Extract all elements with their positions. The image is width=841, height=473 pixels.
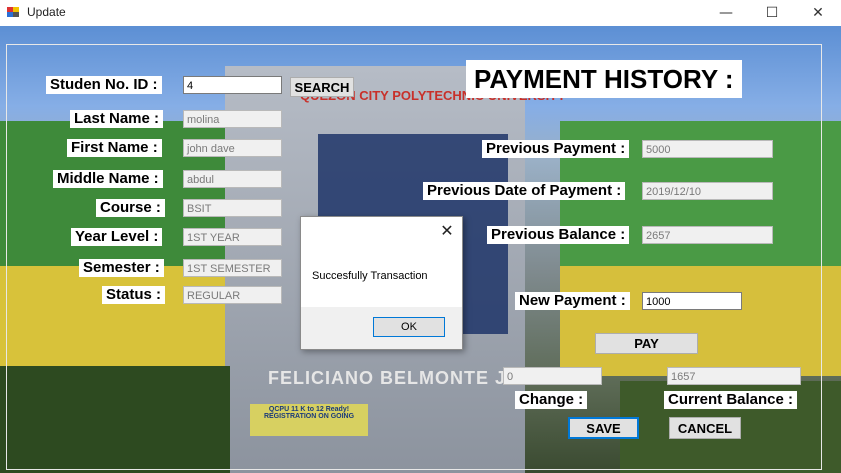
minimize-button[interactable]: — [703, 0, 749, 26]
new-payment-label: New Payment : [515, 292, 630, 310]
previous-date-field[interactable]: 2019/12/10 [642, 182, 773, 200]
previous-date-label: Previous Date of Payment : [423, 182, 626, 200]
maximize-button[interactable]: ☐ [749, 0, 795, 26]
message-dialog: ✕ Succesfully Transaction OK [300, 216, 463, 350]
app-icon [6, 5, 20, 19]
change-field[interactable]: 0 [503, 367, 602, 385]
last-name-field[interactable]: molina [183, 110, 282, 128]
dialog-close-icon[interactable]: ✕ [437, 221, 457, 241]
pay-button[interactable]: PAY [595, 333, 698, 354]
course-field[interactable]: BSIT [183, 199, 282, 217]
previous-balance-field[interactable]: 2657 [642, 226, 773, 244]
dialog-message: Succesfully Transaction [312, 270, 428, 282]
current-balance-label: Current Balance : [664, 391, 798, 409]
title-bar: Update — ☐ ✕ [0, 0, 841, 26]
cancel-button[interactable]: CANCEL [669, 417, 741, 439]
first-name-label: First Name : [67, 139, 162, 157]
last-name-label: Last Name : [70, 110, 164, 128]
student-no-label: Studen No. ID : [46, 76, 162, 94]
first-name-field[interactable]: john dave [183, 139, 282, 157]
semester-field[interactable]: 1ST SEMESTER [183, 259, 282, 277]
student-no-input[interactable]: 4 [183, 76, 282, 94]
previous-payment-label: Previous Payment : [482, 140, 630, 158]
middle-name-label: Middle Name : [53, 170, 163, 188]
window-title: Update [27, 5, 66, 19]
save-button[interactable]: SAVE [568, 417, 639, 439]
year-level-field[interactable]: 1ST YEAR [183, 228, 282, 246]
previous-balance-label: Previous Balance : [487, 226, 630, 244]
dialog-ok-button[interactable]: OK [373, 317, 445, 337]
current-balance-field[interactable]: 1657 [667, 367, 801, 385]
semester-label: Semester : [79, 259, 164, 277]
middle-name-field[interactable]: abdul [183, 170, 282, 188]
payment-history-heading: PAYMENT HISTORY : [466, 60, 742, 98]
change-label: Change : [515, 391, 588, 409]
new-payment-input[interactable]: 1000 [642, 292, 742, 310]
year-level-label: Year Level : [71, 228, 163, 246]
course-label: Course : [96, 199, 165, 217]
previous-payment-field[interactable]: 5000 [642, 140, 773, 158]
status-label: Status : [102, 286, 166, 304]
status-field[interactable]: REGULAR [183, 286, 282, 304]
close-button[interactable]: ✕ [795, 0, 841, 26]
search-button[interactable]: SEARCH [290, 77, 354, 97]
